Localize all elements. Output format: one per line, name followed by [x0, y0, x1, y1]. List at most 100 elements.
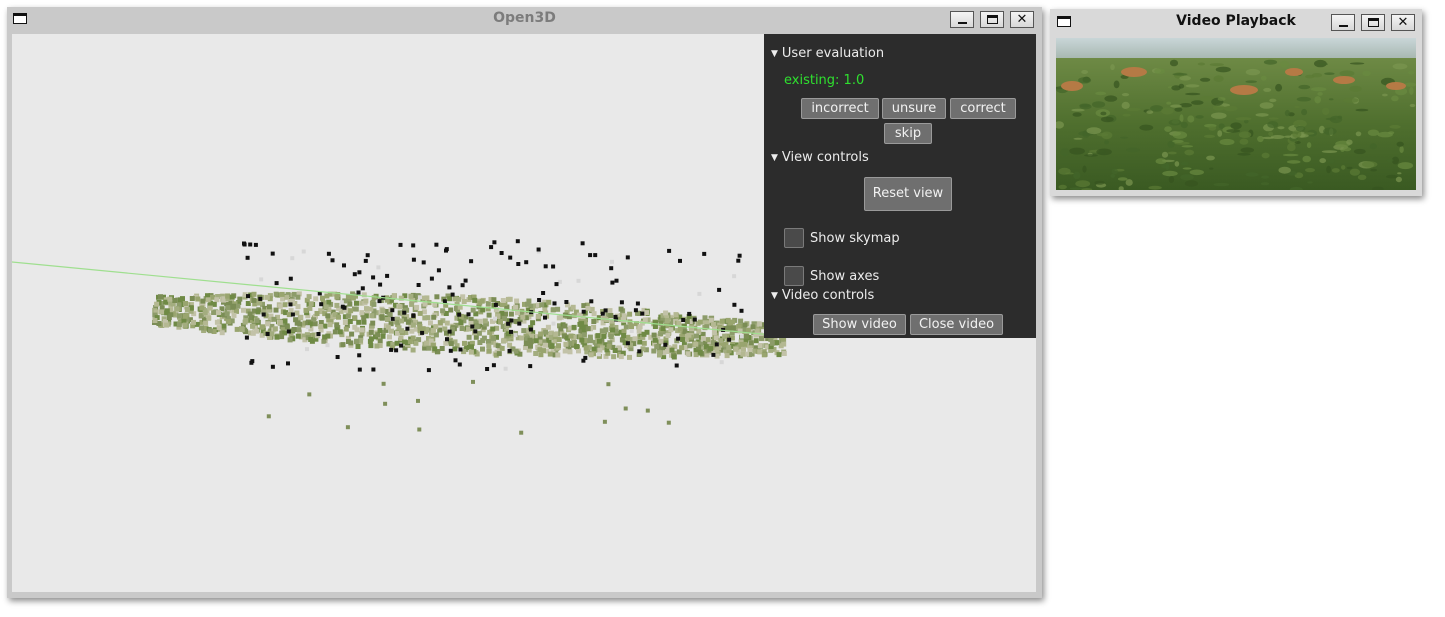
close-button[interactable]: ✕: [1391, 14, 1415, 31]
section-label: View controls: [781, 150, 869, 165]
point: [501, 337, 507, 343]
skip-button[interactable]: skip: [884, 123, 932, 144]
unsure-button[interactable]: unsure: [882, 98, 946, 119]
point: [663, 310, 669, 316]
maximize-icon: [1367, 18, 1379, 27]
minimize-button[interactable]: [950, 11, 974, 28]
point: [325, 313, 331, 319]
point: [608, 334, 614, 339]
point: [516, 262, 521, 266]
close-button[interactable]: ✕: [1010, 11, 1034, 28]
point: [552, 301, 557, 306]
close-video-button[interactable]: Close video: [910, 314, 1003, 335]
point: [697, 291, 702, 296]
point: [172, 298, 178, 303]
point: [345, 425, 350, 430]
minimize-button[interactable]: [1331, 14, 1355, 31]
show-skymap-checkbox[interactable]: [784, 228, 804, 248]
point: [508, 255, 513, 260]
point: [416, 283, 421, 287]
point: [543, 264, 548, 269]
point: [697, 319, 703, 325]
point: [463, 278, 468, 283]
point: [294, 310, 300, 316]
point: [206, 315, 212, 321]
section-view-controls[interactable]: ▼ View controls: [771, 150, 869, 165]
point: [368, 329, 374, 335]
point: [493, 302, 498, 307]
point: [737, 253, 742, 258]
3d-viewport[interactable]: ▼ User evaluation existing: 1.0 incorrect…: [12, 34, 1036, 592]
point: [176, 313, 182, 319]
section-video-controls[interactable]: ▼ Video controls: [771, 288, 874, 303]
open3d-titlebar[interactable]: Open3D ✕: [7, 7, 1042, 33]
point: [335, 355, 340, 359]
point: [248, 242, 253, 247]
point: [447, 285, 452, 290]
point: [325, 343, 330, 348]
point: [413, 340, 419, 346]
point: [357, 353, 362, 358]
show-video-button[interactable]: Show video: [813, 314, 906, 335]
point: [536, 247, 541, 252]
point: [640, 311, 645, 316]
video-titlebar[interactable]: Video Playback ✕: [1050, 9, 1422, 35]
maximize-button[interactable]: [980, 11, 1004, 28]
point: [410, 347, 416, 353]
point: [254, 328, 259, 334]
point: [443, 340, 449, 346]
point: [307, 392, 312, 397]
point: [714, 347, 720, 353]
point: [214, 319, 220, 325]
point: [337, 329, 343, 335]
point: [319, 302, 324, 307]
point: [606, 382, 611, 387]
point: [711, 330, 717, 336]
section-user-evaluation[interactable]: ▼ User evaluation: [771, 46, 884, 61]
point: [200, 298, 206, 304]
point: [613, 314, 618, 319]
point: [477, 340, 483, 345]
video-frame[interactable]: [1056, 38, 1416, 190]
incorrect-button[interactable]: incorrect: [801, 98, 879, 119]
correct-button[interactable]: correct: [950, 98, 1016, 119]
point: [356, 319, 362, 325]
point: [448, 307, 454, 313]
point: [618, 354, 624, 360]
point: [411, 257, 416, 262]
point: [714, 342, 719, 347]
point: [750, 324, 756, 330]
point: [588, 253, 593, 258]
reset-view-button[interactable]: Reset view: [864, 177, 952, 211]
point: [679, 345, 685, 351]
point: [524, 260, 529, 265]
point: [576, 348, 581, 354]
point: [379, 315, 385, 321]
point: [291, 327, 297, 332]
point: [618, 306, 624, 312]
point: [359, 310, 365, 316]
point: [357, 367, 362, 372]
point: [458, 347, 463, 352]
point: [368, 306, 374, 312]
point: [460, 283, 465, 288]
point: [207, 328, 213, 334]
point: [385, 324, 391, 330]
point: [509, 329, 513, 334]
show-axes-checkbox[interactable]: [784, 266, 804, 286]
point: [422, 315, 428, 321]
point: [537, 298, 542, 302]
maximize-button[interactable]: [1361, 14, 1385, 31]
point: [740, 351, 746, 357]
point: [237, 296, 243, 302]
point: [402, 310, 407, 315]
point: [447, 329, 452, 334]
point: [732, 274, 737, 279]
point: [553, 331, 559, 337]
point: [499, 251, 504, 255]
point: [306, 294, 312, 300]
point: [347, 319, 353, 324]
point: [229, 294, 235, 300]
point: [274, 334, 280, 340]
point: [558, 326, 564, 332]
